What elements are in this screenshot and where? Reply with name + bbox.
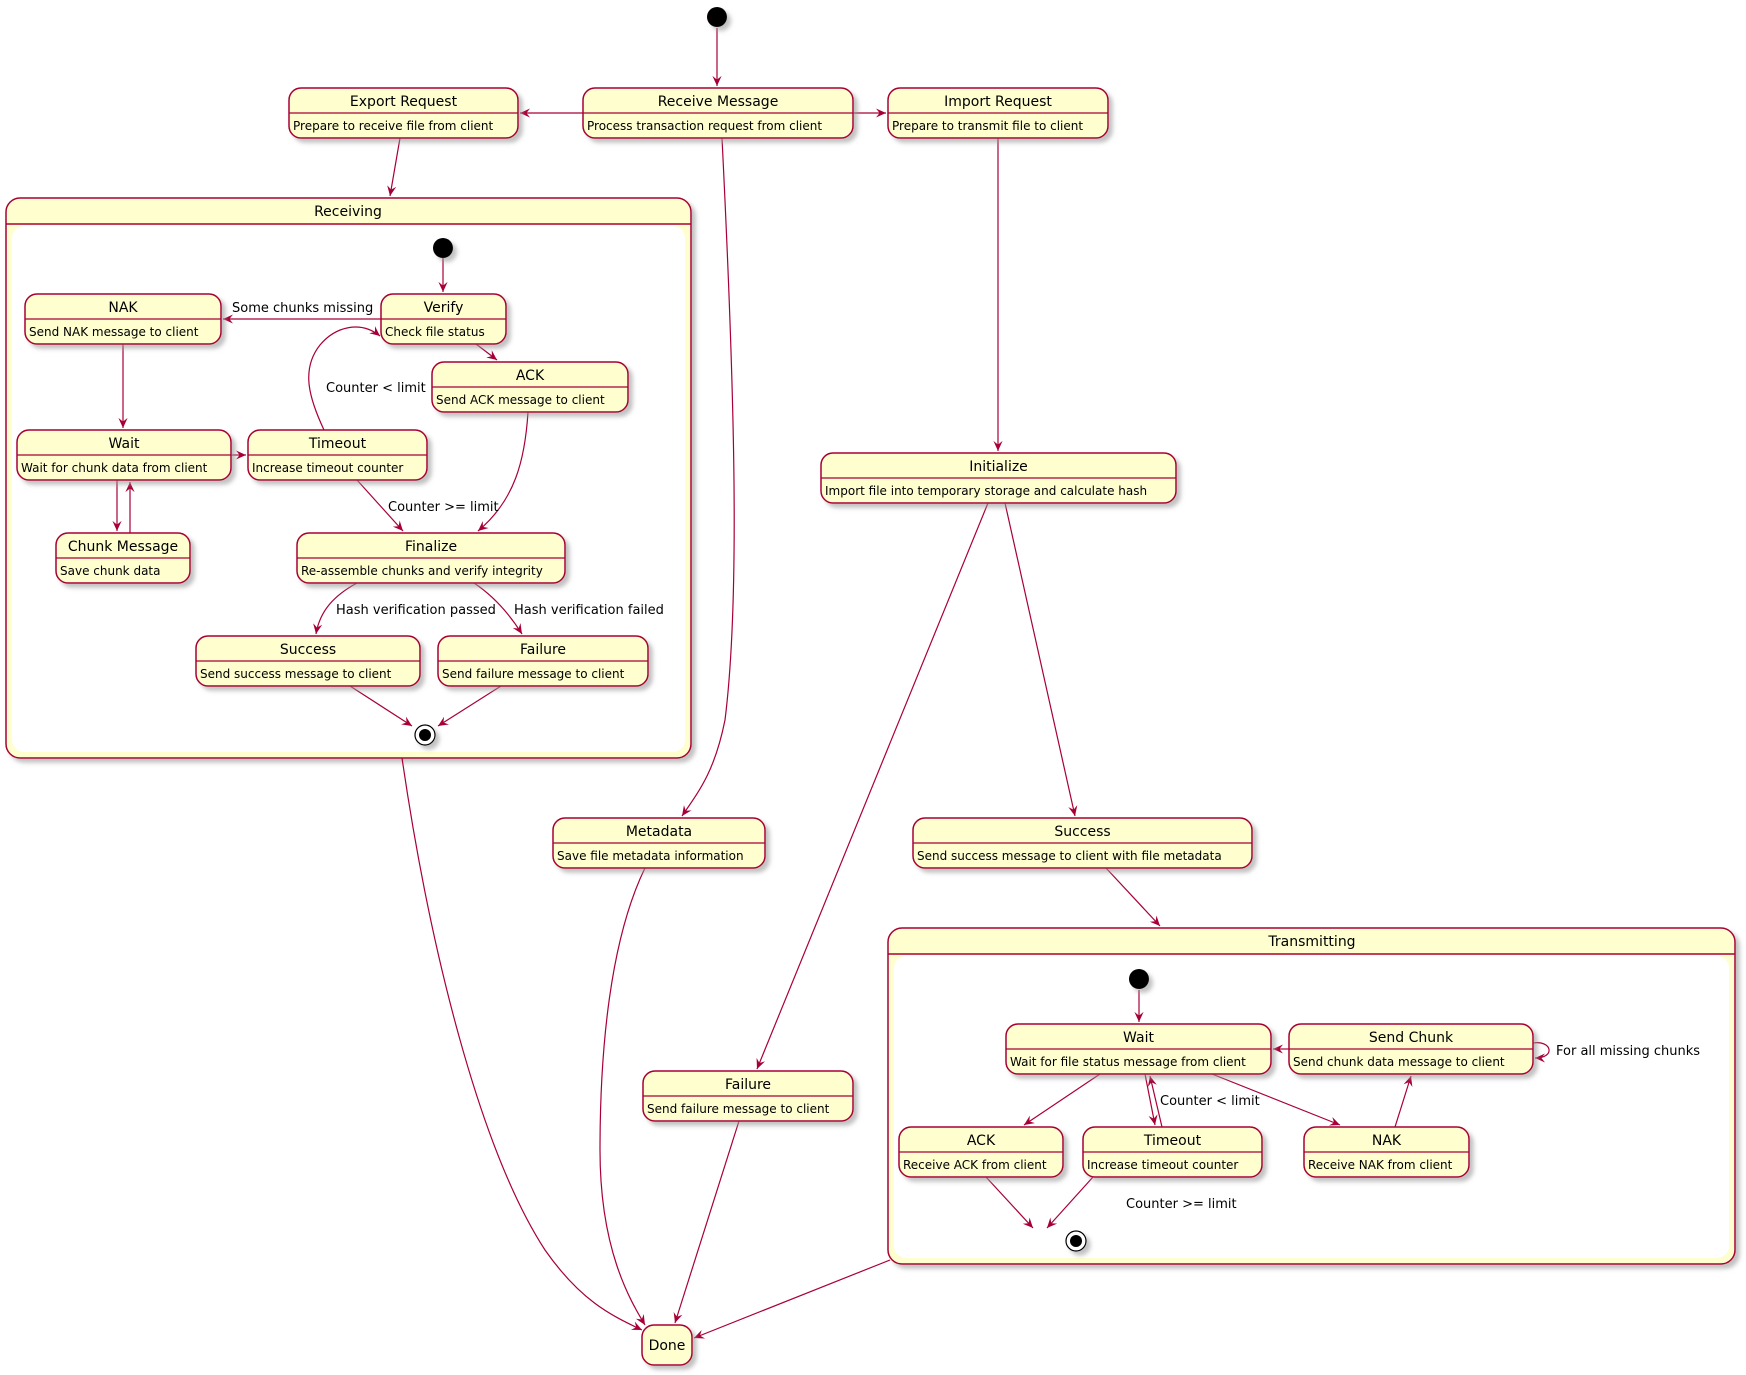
state-initialize[interactable]: Initialize Import file into temporary sto… <box>820 452 1177 504</box>
state-description: Prepare to receive file from client <box>293 119 494 133</box>
state-failure[interactable]: Failure Send failure message to client <box>642 1070 854 1122</box>
state-export-request[interactable]: Export Request Prepare to receive file fr… <box>288 87 519 139</box>
state-t-ack[interactable]: ACK Receive ACK from client <box>898 1126 1064 1178</box>
state-r-finalize[interactable]: Finalize Re-assemble chunks and verify in… <box>296 532 566 584</box>
state-t-timeout[interactable]: Timeout Increase timeout counter <box>1082 1126 1263 1178</box>
state-r-nak[interactable]: NAK Send NAK message to client <box>24 293 222 345</box>
state-description: Save file metadata information <box>557 849 744 863</box>
state-r-ack[interactable]: ACK Send ACK message to client <box>431 361 629 413</box>
state-name: Chunk Message <box>68 539 178 555</box>
final-state-receiving <box>414 724 436 746</box>
edge-failure-to-done <box>673 1120 740 1324</box>
initial-state-receiving <box>433 238 453 258</box>
state-name: ACK <box>967 1133 996 1149</box>
state-name: Export Request <box>350 94 458 110</box>
state-name: Import Request <box>944 94 1052 110</box>
state-name: Success <box>1054 824 1110 840</box>
state-description: Send failure message to client <box>647 1102 830 1116</box>
edge-label-t-counter-ge-limit: Counter >= limit <box>1126 1197 1237 1212</box>
edge-label-hash-failed: Hash verification failed <box>514 603 664 618</box>
edge-label-some-chunks-missing: Some chunks missing <box>232 301 373 316</box>
edge-label-r-counter-lt-limit: Counter < limit <box>326 381 426 396</box>
state-name: Initialize <box>969 459 1028 475</box>
edge-label-hash-passed: Hash verification passed <box>336 603 496 618</box>
state-t-nak[interactable]: NAK Receive NAK from client <box>1303 1126 1470 1178</box>
state-name: Done <box>649 1338 686 1354</box>
state-name: Finalize <box>405 539 457 555</box>
edge-initialize-to-success <box>1004 502 1078 817</box>
edge-success-to-transmitting <box>1105 867 1161 927</box>
state-name: Success <box>280 642 336 658</box>
final-state-transmitting <box>1065 1230 1087 1252</box>
state-description: Increase timeout counter <box>252 461 403 475</box>
state-description: Wait for file status message from client <box>1010 1055 1246 1069</box>
state-description: Receive ACK from client <box>903 1158 1047 1172</box>
state-description: Send success message to client <box>200 667 392 681</box>
state-description: Send failure message to client <box>442 667 625 681</box>
state-name: Verify <box>424 300 464 316</box>
state-r-timeout[interactable]: Timeout Increase timeout counter <box>247 429 428 481</box>
initial-state-transmitting <box>1129 969 1149 989</box>
state-description: Receive NAK from client <box>1308 1158 1453 1172</box>
state-description: Prepare to transmit file to client <box>892 119 1083 133</box>
composite-transmitting-title: Transmitting <box>1267 934 1355 950</box>
state-r-failure[interactable]: Failure Send failure message to client <box>437 635 649 687</box>
state-name: NAK <box>108 300 138 316</box>
state-metadata[interactable]: Metadata Save file metadata information <box>552 817 766 869</box>
state-name: NAK <box>1372 1133 1402 1149</box>
state-diagram: Receiving Transmitting Receive MessagePr… <box>5 7 1736 1366</box>
state-r-success[interactable]: Success Send success message to client <box>195 635 421 687</box>
state-description: Check file status <box>385 325 485 339</box>
state-name: Timeout <box>308 436 367 452</box>
state-name: Wait <box>109 436 140 452</box>
state-name: Metadata <box>626 824 692 840</box>
state-t-wait[interactable]: Wait Wait for file status message from cl… <box>1005 1023 1272 1075</box>
state-name: Failure <box>520 642 566 658</box>
state-name: Timeout <box>1143 1133 1202 1149</box>
state-description: Send NAK message to client <box>29 325 199 339</box>
edge-label-r-counter-ge-limit: Counter >= limit <box>388 500 499 515</box>
state-description: Increase timeout counter <box>1087 1158 1238 1172</box>
state-done[interactable]: Done <box>641 1324 693 1366</box>
state-description: Re-assemble chunks and verify integrity <box>301 564 543 578</box>
state-r-wait[interactable]: Wait Wait for chunk data from client <box>16 429 232 481</box>
edge-transmitting-to-done <box>693 1259 891 1339</box>
composite-receiving-title: Receiving <box>314 204 382 220</box>
state-description: Wait for chunk data from client <box>21 461 208 475</box>
state-name: ACK <box>516 368 545 384</box>
edge-metadata-to-done <box>599 867 646 1326</box>
state-description: Save chunk data <box>60 564 160 578</box>
initial-state-top <box>707 7 727 27</box>
edge-label-for-all-missing-chunks: For all missing chunks <box>1556 1044 1700 1059</box>
state-name: Receive Message <box>658 94 779 110</box>
state-description: Send chunk data message to client <box>1293 1055 1505 1069</box>
state-name: Send Chunk <box>1369 1030 1454 1046</box>
state-success[interactable]: Success Send success message to client wi… <box>912 817 1253 869</box>
edge-label-t-counter-lt-limit: Counter < limit <box>1160 1094 1260 1109</box>
state-description: Send success message to client with file… <box>917 849 1222 863</box>
state-r-chunk[interactable]: Chunk Message Save chunk data <box>55 532 191 584</box>
state-name: Failure <box>725 1077 771 1093</box>
state-description: Import file into temporary storage and c… <box>825 484 1147 498</box>
edge-export-to-receiving <box>387 137 401 197</box>
composite-transmitting[interactable]: Transmitting <box>887 927 1736 1265</box>
state-name: Wait <box>1123 1030 1154 1046</box>
state-receive-message[interactable]: Receive Message Process transaction reque… <box>582 87 854 139</box>
state-r-verify[interactable]: Verify Check file status <box>380 293 507 345</box>
state-description: Process transaction request from client <box>587 119 822 133</box>
state-import-request[interactable]: Import Request Prepare to transmit file t… <box>887 87 1109 139</box>
state-t-sendchunk[interactable]: Send Chunk Send chunk data message to cli… <box>1288 1023 1534 1075</box>
state-description: Send ACK message to client <box>436 393 605 407</box>
